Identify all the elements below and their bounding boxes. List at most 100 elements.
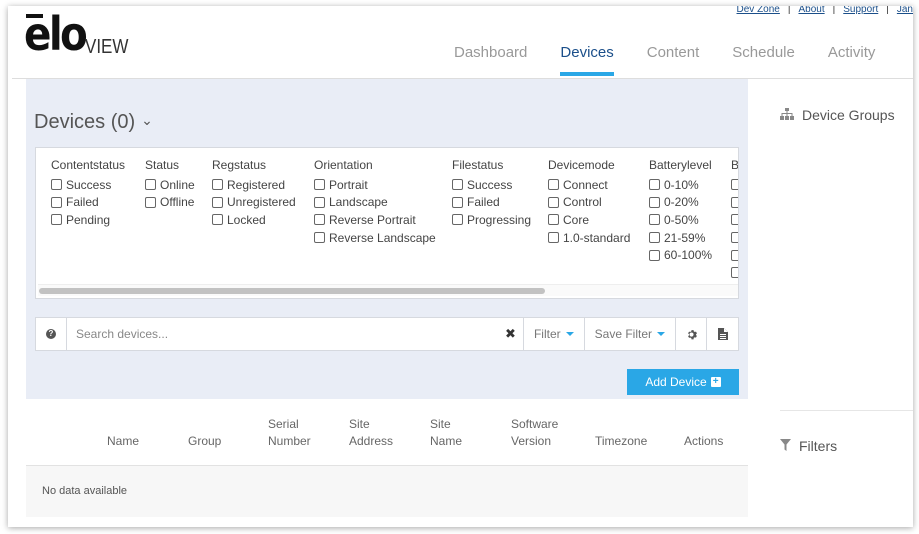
filter-checkbox[interactable]: [731, 179, 738, 191]
filter-option[interactable]: Landscape: [314, 194, 436, 212]
column-group[interactable]: Group: [188, 433, 221, 450]
filter-option[interactable]: Progressing: [452, 211, 531, 229]
filter-option-label: Connect: [563, 177, 608, 192]
filter-option[interactable]: 60-100%: [649, 246, 712, 264]
filter-option[interactable]: Success: [51, 176, 125, 194]
tab-dashboard[interactable]: Dashboard: [454, 44, 527, 78]
filter-checkbox[interactable]: [452, 179, 463, 191]
filter-option[interactable]: [731, 229, 738, 247]
filter-checkbox[interactable]: [548, 196, 559, 208]
device-groups-header[interactable]: Device Groups: [780, 107, 895, 123]
column-name[interactable]: Name: [107, 433, 139, 450]
filter-checkbox[interactable]: [731, 232, 738, 244]
save-filter-dropdown[interactable]: Save Filter: [585, 318, 676, 350]
column-software-version[interactable]: Software Version: [511, 416, 558, 450]
filter-checkbox[interactable]: [731, 267, 738, 279]
filter-dropdown-label: Filter: [533, 327, 561, 341]
filter-option[interactable]: Control: [548, 194, 630, 212]
filter-option[interactable]: Failed: [452, 194, 531, 212]
filter-checkbox[interactable]: [314, 214, 325, 226]
filter-option[interactable]: 1.0-standard: [548, 229, 630, 247]
column-site-address[interactable]: Site Address: [349, 416, 393, 450]
column-timezone[interactable]: Timezone: [595, 433, 647, 450]
filter-option[interactable]: Registered: [212, 176, 296, 194]
filter-checkbox[interactable]: [145, 196, 156, 208]
filter-option[interactable]: [731, 246, 738, 264]
filter-option-label: Success: [467, 177, 513, 192]
filter-checkbox[interactable]: [731, 214, 738, 226]
filter-option[interactable]: [731, 176, 738, 194]
filter-option[interactable]: Unregistered: [212, 194, 296, 212]
filter-checkbox[interactable]: [731, 196, 738, 208]
filter-option[interactable]: Success: [452, 176, 531, 194]
filter-checkbox[interactable]: [649, 249, 660, 261]
filter-option-label: Landscape: [329, 195, 388, 210]
support-link[interactable]: Support: [843, 6, 878, 15]
filter-checkbox[interactable]: [649, 196, 660, 208]
filter-checkbox[interactable]: [314, 179, 325, 191]
horizontal-scrollbar[interactable]: [38, 284, 738, 296]
column-site-name[interactable]: Site Name: [430, 416, 462, 450]
filter-option[interactable]: 0-20%: [649, 194, 712, 212]
elo-view-logo[interactable]: elo VIEW: [24, 10, 128, 60]
filter-option-label: Online: [160, 177, 195, 192]
filter-option[interactable]: [731, 194, 738, 212]
filter-option[interactable]: Pending: [51, 211, 125, 229]
filter-checkbox[interactable]: [314, 196, 325, 208]
add-device-button[interactable]: Add Device +: [627, 369, 739, 395]
filter-option[interactable]: Core: [548, 211, 630, 229]
filter-option[interactable]: 21-59%: [649, 229, 712, 247]
search-input[interactable]: [67, 318, 498, 350]
tab-content[interactable]: Content: [647, 44, 700, 78]
filter-checkbox[interactable]: [731, 249, 738, 261]
filter-option[interactable]: 0-50%: [649, 211, 712, 229]
filter-option[interactable]: Portrait: [314, 176, 436, 194]
filter-dropdown[interactable]: Filter: [524, 318, 585, 350]
filters-header[interactable]: Filters: [780, 438, 837, 454]
filter-checkbox[interactable]: [212, 196, 223, 208]
filter-checkbox[interactable]: [212, 179, 223, 191]
filter-option[interactable]: Connect: [548, 176, 630, 194]
filter-checkbox[interactable]: [649, 179, 660, 191]
column-serial-number[interactable]: Serial Number: [268, 416, 311, 450]
filter-option[interactable]: Failed: [51, 194, 125, 212]
filter-checkbox[interactable]: [51, 179, 62, 191]
filter-option-label: 1.0-standard: [563, 230, 631, 245]
filter-option[interactable]: Reverse Portrait: [314, 211, 436, 229]
tab-activity[interactable]: Activity: [828, 44, 876, 78]
filter-group-title: Contentstatus: [51, 158, 126, 172]
filter-checkbox[interactable]: [548, 179, 559, 191]
export-file-icon[interactable]: [707, 318, 738, 350]
filter-option[interactable]: Locked: [212, 211, 296, 229]
filter-option[interactable]: Offline: [145, 194, 195, 212]
about-link[interactable]: About: [798, 6, 824, 15]
user-link[interactable]: Jan: [897, 6, 913, 15]
clear-search-icon[interactable]: ✖: [498, 318, 524, 350]
filter-checkbox[interactable]: [145, 179, 156, 191]
filter-option[interactable]: 0-10%: [649, 176, 712, 194]
scrollbar-thumb[interactable]: [39, 288, 545, 294]
tab-devices[interactable]: Devices: [560, 44, 615, 78]
filter-option[interactable]: Reverse Landscape: [314, 229, 436, 247]
help-icon[interactable]: ?: [36, 318, 67, 350]
devices-table: Name Group Serial Number Site Address Site…: [26, 399, 748, 517]
filter-checkbox[interactable]: [314, 232, 325, 244]
filter-checkbox[interactable]: [452, 196, 463, 208]
filter-option[interactable]: [731, 264, 738, 282]
settings-gear-icon[interactable]: [676, 318, 707, 350]
filter-checkbox[interactable]: [649, 214, 660, 226]
filter-checkbox[interactable]: [51, 196, 62, 208]
devices-title[interactable]: Devices (0) ⌄: [34, 111, 153, 134]
filter-checkbox[interactable]: [212, 214, 223, 226]
filter-group: Devicemode Connect Control Core 1.0-standard: [548, 158, 630, 246]
tab-schedule[interactable]: Schedule: [732, 44, 795, 78]
filter-checkbox[interactable]: [548, 232, 559, 244]
filter-checkbox[interactable]: [548, 214, 559, 226]
filter-option[interactable]: [731, 211, 738, 229]
filter-option[interactable]: Online: [145, 176, 195, 194]
filter-checkbox[interactable]: [51, 214, 62, 226]
dev-zone-link[interactable]: Dev Zone: [737, 6, 780, 15]
filter-checkbox[interactable]: [452, 214, 463, 226]
filter-checkbox[interactable]: [649, 232, 660, 244]
filters-label: Filters: [799, 438, 838, 454]
